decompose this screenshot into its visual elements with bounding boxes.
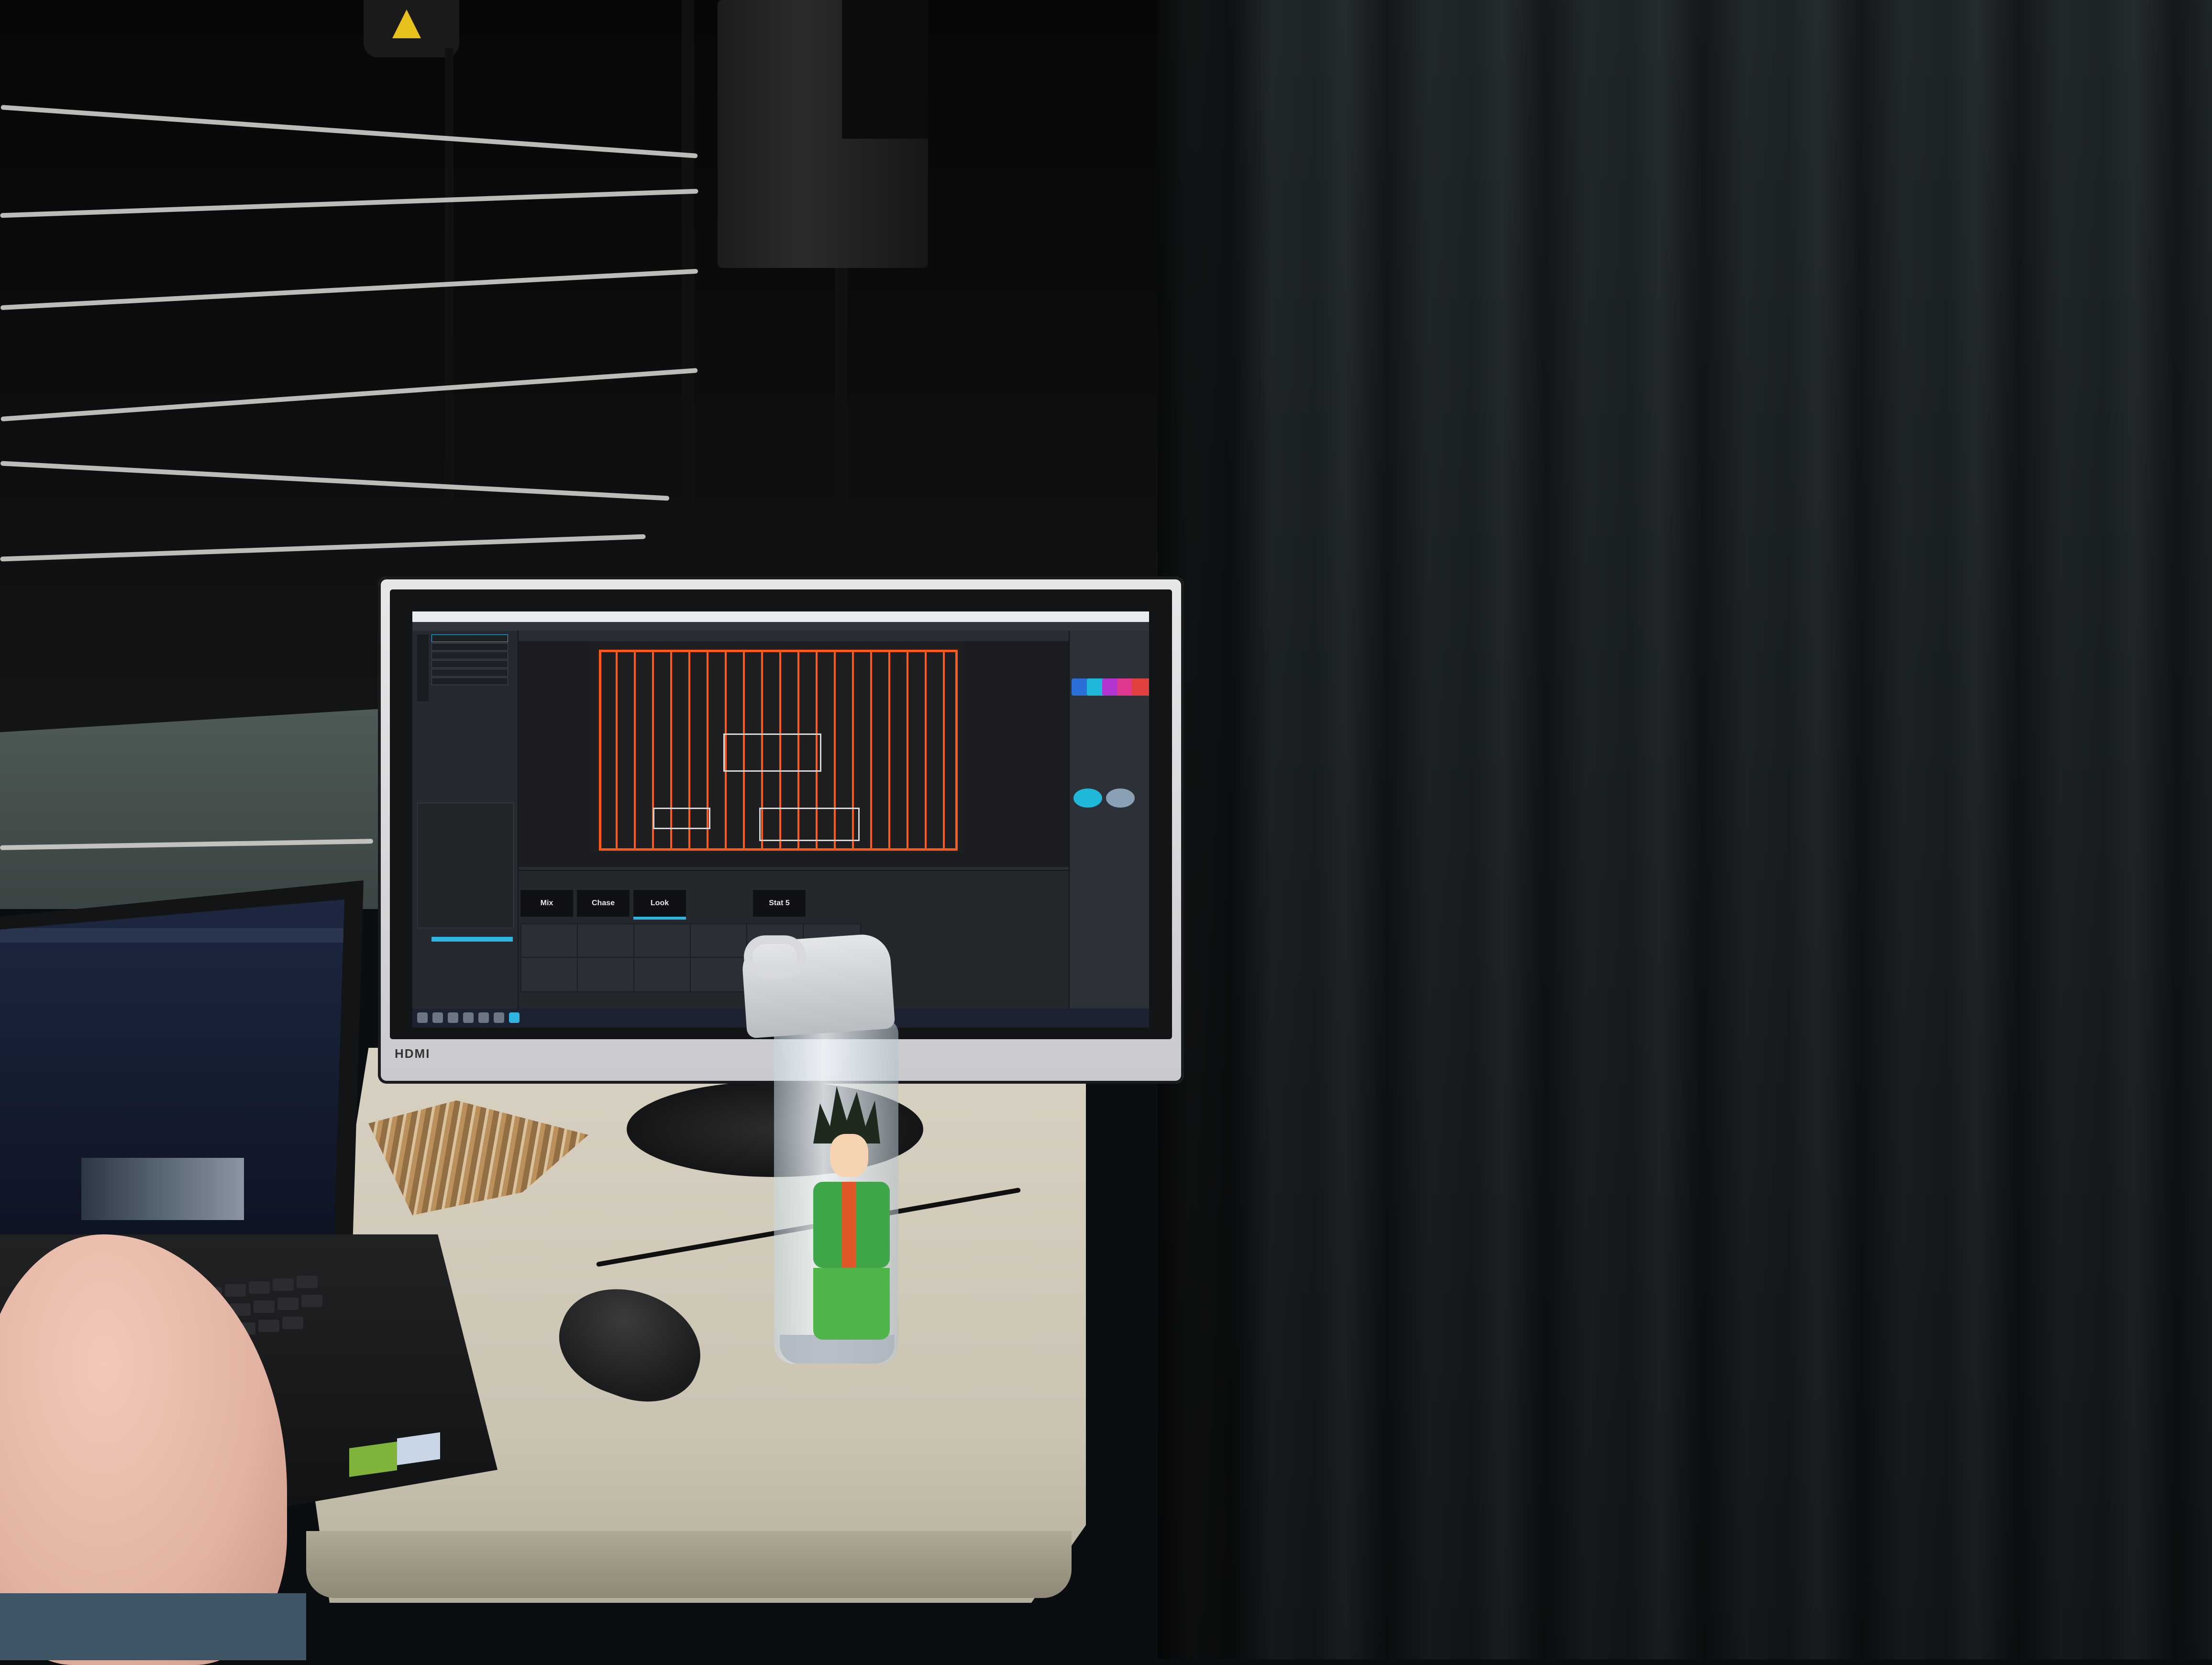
light-stand-pole	[682, 0, 694, 584]
browser-icon[interactable]	[478, 1012, 489, 1023]
object-box[interactable]	[759, 808, 860, 841]
fixture-grid-outline[interactable]	[599, 650, 958, 851]
fixture-strip	[925, 652, 927, 848]
layer-row[interactable]	[431, 643, 508, 651]
fixture-strip	[870, 652, 872, 848]
taskview-icon[interactable]	[448, 1012, 458, 1023]
key[interactable]	[254, 1300, 275, 1313]
tripod-stand	[445, 48, 453, 526]
app-menubar[interactable]	[412, 622, 1149, 631]
right-tools-panel	[1069, 631, 1149, 1009]
key[interactable]	[282, 1317, 303, 1329]
character-face	[830, 1134, 868, 1177]
fixture-strip	[616, 652, 618, 848]
laptop-image	[81, 1158, 244, 1220]
cue-slot[interactable]	[577, 957, 635, 992]
cue-slot[interactable]	[633, 957, 692, 992]
tool-column[interactable]	[417, 634, 429, 701]
layer-row[interactable]	[431, 669, 508, 677]
cue-slot[interactable]	[520, 957, 579, 992]
cue-slot[interactable]	[690, 923, 748, 959]
color-swatch[interactable]	[1132, 678, 1149, 696]
key[interactable]	[297, 1276, 318, 1288]
cue-slot[interactable]	[577, 923, 635, 959]
key[interactable]	[273, 1278, 294, 1291]
cue-button[interactable]: Mix	[520, 890, 573, 917]
fixture-strip	[634, 652, 636, 848]
laptop-display	[0, 899, 344, 1234]
object-box[interactable]	[723, 733, 821, 772]
layer-row[interactable]	[431, 677, 508, 685]
cue-slot[interactable]	[633, 923, 692, 959]
cue-button-active[interactable]: Look	[633, 890, 686, 920]
search-icon[interactable]	[432, 1012, 443, 1023]
app-titlebar	[412, 611, 1149, 622]
fixture-strip	[888, 652, 890, 848]
key[interactable]	[277, 1298, 299, 1310]
cue-button[interactable]: Chase	[577, 890, 630, 917]
desk-edge	[306, 1531, 1072, 1598]
key[interactable]	[258, 1320, 279, 1332]
character-jacket-stripe	[842, 1182, 856, 1268]
light-stand-pole	[835, 268, 847, 584]
app-icon[interactable]	[494, 1012, 504, 1023]
sleeve	[0, 1593, 306, 1660]
fixture-strip	[907, 652, 908, 848]
key[interactable]	[301, 1295, 322, 1307]
progress-slider[interactable]	[431, 937, 513, 942]
layer-row[interactable]	[431, 634, 508, 642]
start-icon[interactable]	[417, 1012, 428, 1023]
light-control-panel	[842, 0, 928, 139]
layer-row[interactable]	[431, 660, 508, 668]
explorer-icon[interactable]	[463, 1012, 474, 1023]
stage-floor	[0, 708, 392, 909]
object-box[interactable]	[653, 808, 710, 829]
cue-slot[interactable]	[690, 957, 748, 992]
cue-slot[interactable]	[520, 923, 579, 959]
key[interactable]	[225, 1284, 246, 1297]
character-pants	[813, 1268, 890, 1340]
layer-row[interactable]	[431, 652, 508, 659]
effect-thumbnail[interactable]	[1106, 788, 1135, 808]
key[interactable]	[249, 1281, 270, 1294]
bottle-loop	[744, 935, 806, 978]
browser-tab-bar[interactable]	[0, 928, 344, 943]
monitor-brand-label: HDMI	[395, 1046, 431, 1061]
effect-thumbnail[interactable]	[1073, 788, 1102, 808]
app-icon[interactable]	[509, 1012, 520, 1023]
cue-button[interactable]: Stat 5	[753, 890, 806, 917]
fixture-strip	[943, 652, 945, 848]
layers-panel	[412, 631, 519, 1009]
properties-section[interactable]	[417, 803, 514, 928]
black-curtain	[1158, 0, 2212, 1659]
stage-canvas-area	[519, 641, 1069, 867]
